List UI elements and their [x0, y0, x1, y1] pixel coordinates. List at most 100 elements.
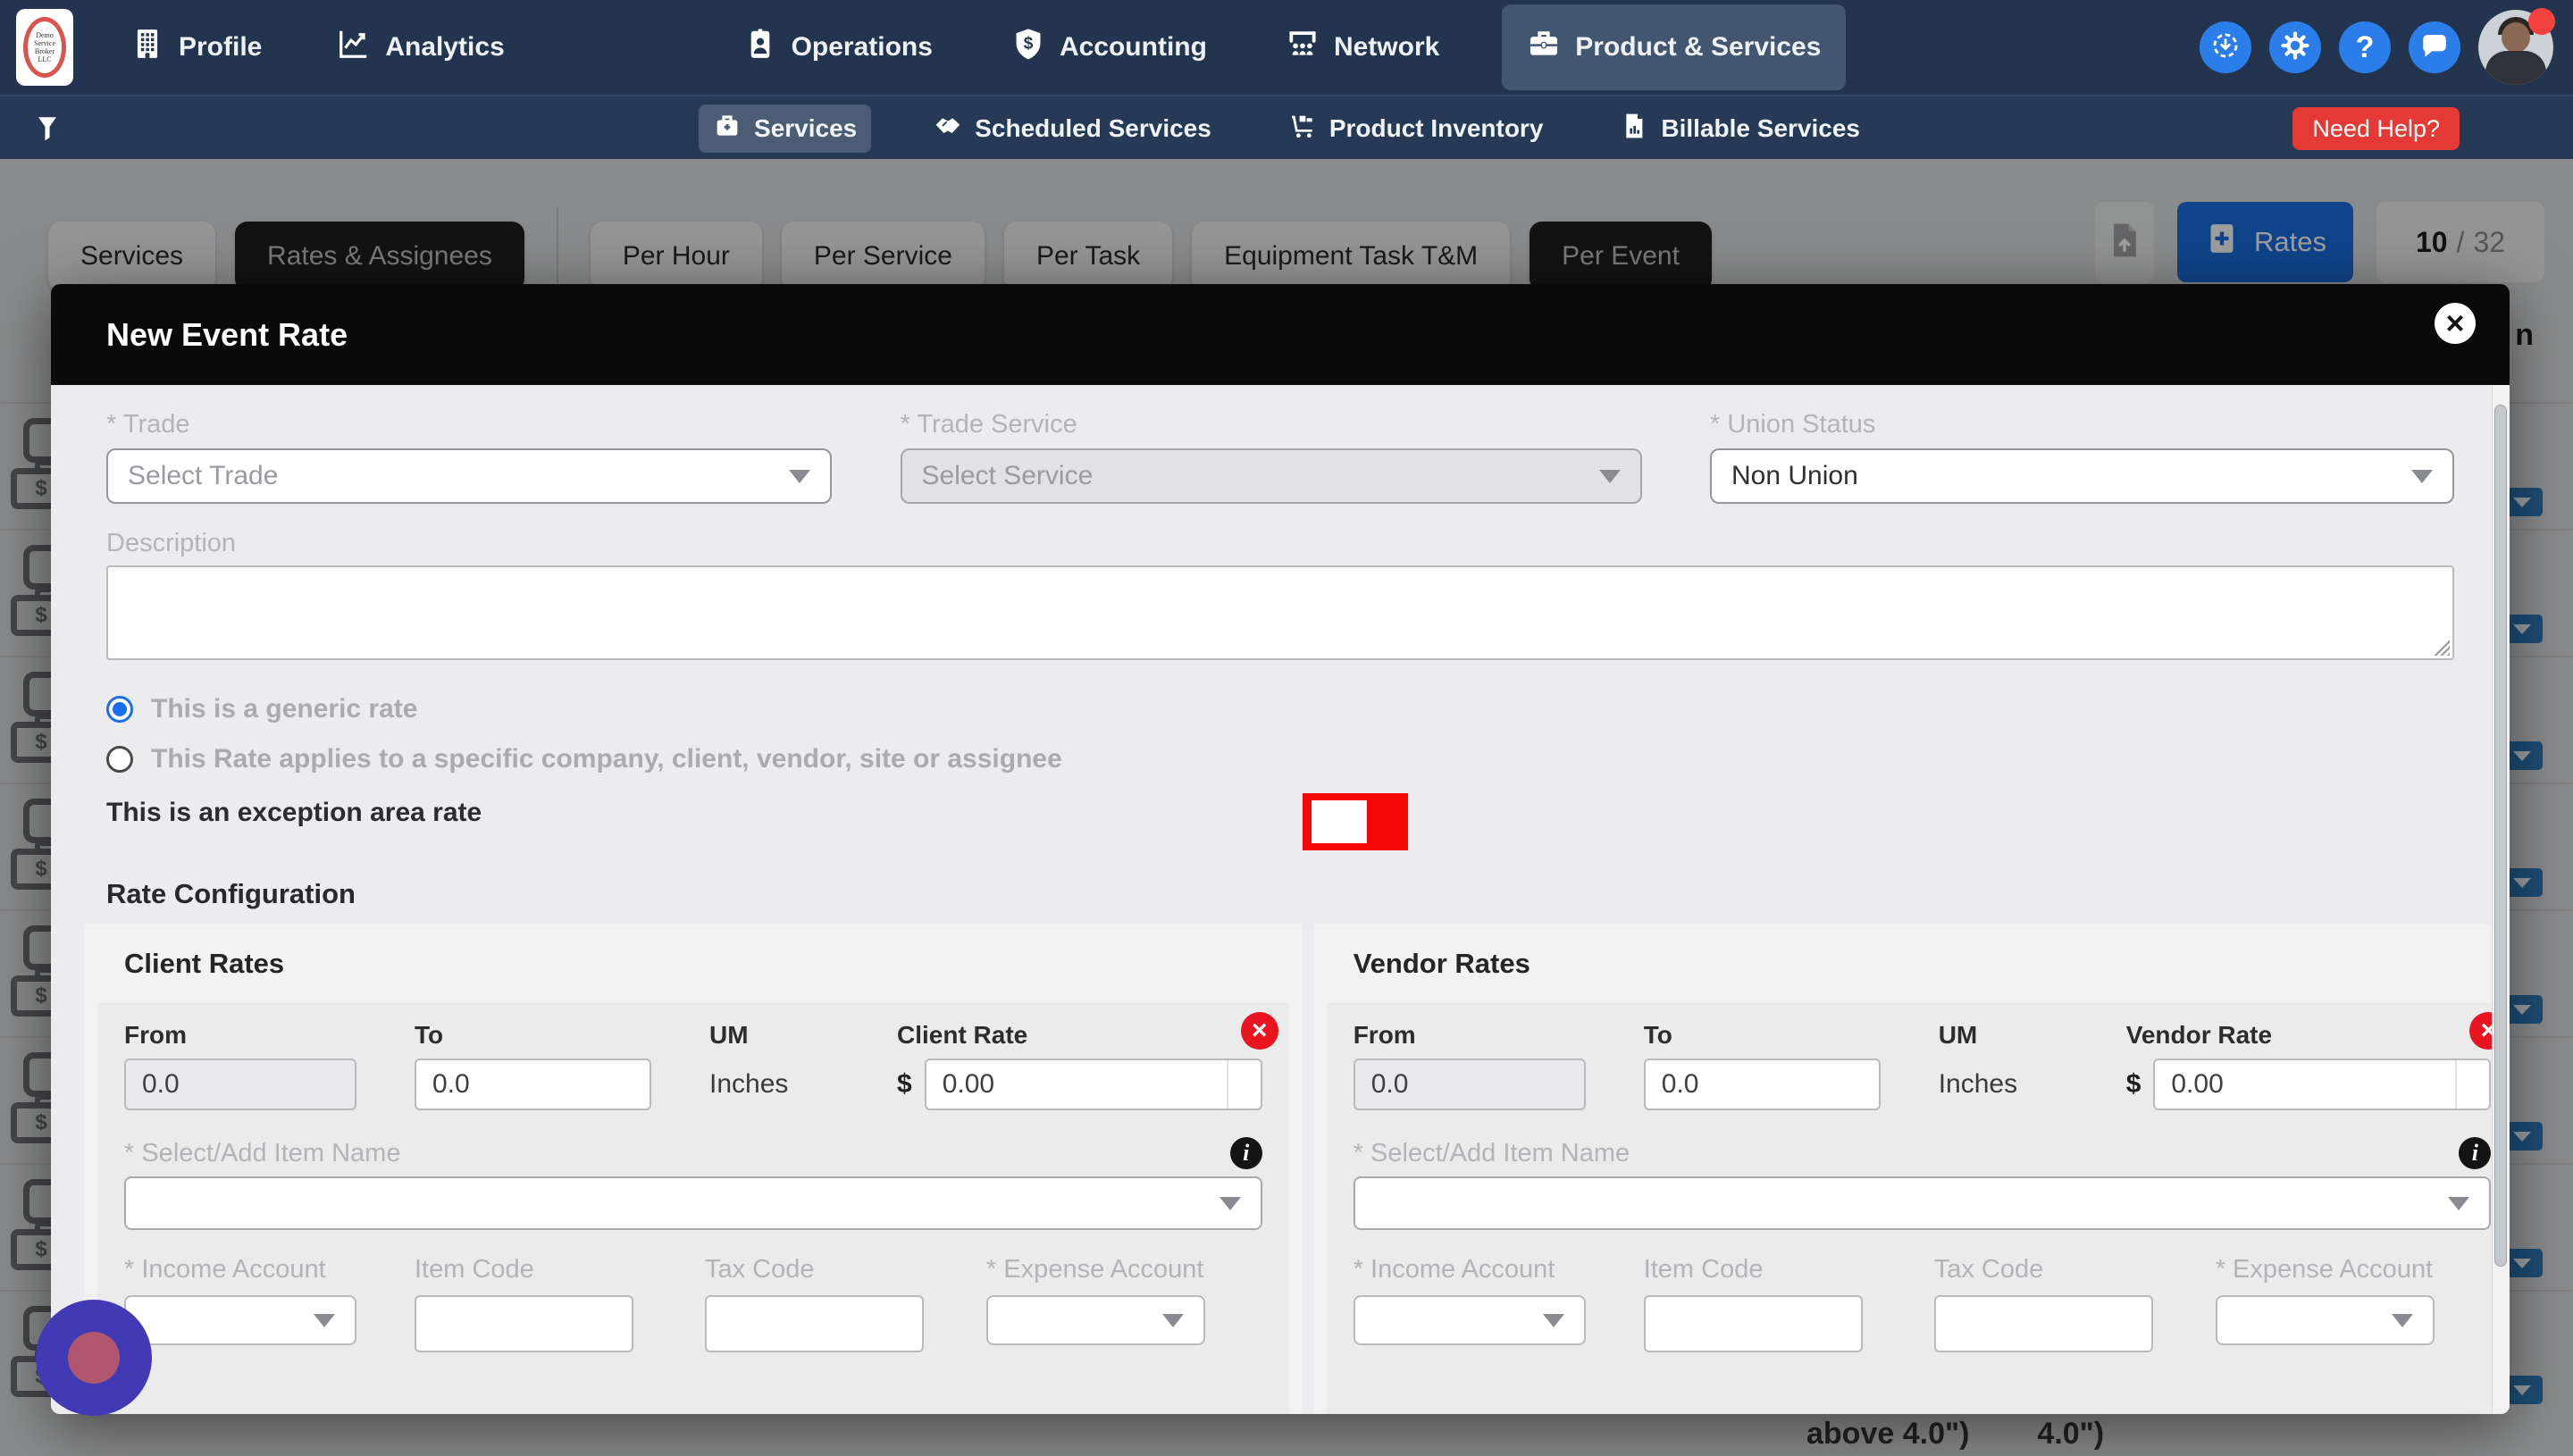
- item-name-select[interactable]: [1354, 1176, 2492, 1230]
- svg-text:$: $: [1024, 35, 1034, 54]
- modal-scrollbar-thumb[interactable]: [2494, 405, 2507, 1267]
- vendor-rates-panel: Vendor Rates × From To UM Vendor Rate: [1314, 925, 2510, 1414]
- nav-item-label: Accounting: [1060, 32, 1207, 63]
- modal-title: New Event Rate: [106, 316, 348, 354]
- toggle-knob: [1312, 800, 1367, 843]
- chat-bubble-icon: [2419, 30, 2450, 65]
- um-header: UM: [1939, 1021, 2126, 1050]
- trade-select[interactable]: Select Trade: [106, 448, 832, 504]
- expense-account-select[interactable]: [986, 1295, 1205, 1345]
- income-account-label: * Income Account: [1354, 1255, 1644, 1284]
- um-header: UM: [709, 1021, 897, 1050]
- briefcase-plus-icon: [713, 112, 742, 146]
- expense-account-label: * Expense Account: [986, 1255, 1262, 1284]
- tax-code-label: Tax Code: [1934, 1255, 2216, 1284]
- radio-label: This Rate applies to a specific company,…: [151, 744, 1062, 774]
- client-rate-header: Client Rate: [897, 1021, 1262, 1050]
- trade-label: * Trade: [106, 410, 832, 439]
- chevron-down-icon: [314, 1314, 335, 1327]
- tab-services[interactable]: Services: [699, 105, 871, 153]
- info-icon[interactable]: i: [1230, 1137, 1262, 1169]
- income-account-label: * Income Account: [124, 1255, 415, 1284]
- union-status-label: * Union Status: [1710, 410, 2454, 439]
- new-event-rate-modal: New Event Rate × * Trade Select Trade * …: [51, 284, 2510, 1414]
- rate-spinner[interactable]: [1227, 1060, 1261, 1109]
- vendor-rates-title: Vendor Rates: [1354, 948, 2510, 980]
- nav-item-label: Network: [1334, 32, 1439, 63]
- to-input[interactable]: [1644, 1059, 1881, 1110]
- tab-product-inventory[interactable]: Product Inventory: [1274, 105, 1558, 153]
- description-label: Description: [106, 529, 2454, 558]
- app-screen: Demo Service Broker LLC Profile Analytic…: [0, 0, 2573, 1456]
- from-input[interactable]: [1354, 1059, 1586, 1110]
- chevron-down-icon: [2411, 470, 2433, 483]
- help-button[interactable]: ?: [2339, 21, 2391, 73]
- modal-body: * Trade Select Trade * Trade Service Sel…: [51, 385, 2510, 1414]
- exception-area-label: This is an exception area rate: [106, 798, 2454, 828]
- radio-selected-icon[interactable]: [106, 696, 133, 723]
- client-rates-panel: Client Rates × From To UM Client Rate: [85, 925, 1302, 1414]
- expense-account-select[interactable]: [2216, 1295, 2435, 1345]
- info-icon[interactable]: i: [2459, 1137, 2491, 1169]
- item-code-label: Item Code: [415, 1255, 705, 1284]
- tax-code-input[interactable]: [705, 1295, 924, 1352]
- item-code-input[interactable]: [1644, 1295, 1863, 1352]
- nav-item-network[interactable]: Network: [1270, 4, 1455, 90]
- rate-spinner[interactable]: [2455, 1060, 2489, 1109]
- vendor-rate-input[interactable]: [2155, 1060, 2455, 1109]
- income-account-select[interactable]: [1354, 1295, 1586, 1345]
- nav-item-operations[interactable]: Operations: [727, 4, 949, 90]
- client-rate-input[interactable]: [926, 1060, 1227, 1109]
- nav-item-product-services[interactable]: Product & Services: [1502, 4, 1846, 90]
- floating-action-button[interactable]: [36, 1300, 152, 1416]
- chevron-down-icon: [2448, 1197, 2469, 1210]
- union-status-select-value: Non Union: [1731, 461, 1858, 491]
- tab-label: Scheduled Services: [975, 114, 1211, 143]
- content-area: Services Rates & Assignees Per Hour Per …: [0, 159, 2573, 1456]
- user-avatar[interactable]: [2478, 10, 2553, 85]
- exception-area-toggle[interactable]: [1303, 793, 1408, 850]
- nav-item-label: Operations: [792, 32, 933, 63]
- shield-dollar-icon: $: [1011, 27, 1045, 68]
- item-code-input[interactable]: [415, 1295, 633, 1352]
- close-icon[interactable]: ×: [2435, 303, 2476, 344]
- chat-button[interactable]: [2409, 21, 2460, 73]
- income-account-select[interactable]: [124, 1295, 356, 1345]
- modal-scrollbar-track: [2492, 385, 2510, 1414]
- item-name-select[interactable]: [124, 1176, 1262, 1230]
- to-input[interactable]: [415, 1059, 651, 1110]
- generic-rate-option[interactable]: This is a generic rate: [106, 694, 2454, 724]
- top-nav: Demo Service Broker LLC Profile Analytic…: [0, 0, 2573, 95]
- vendor-rate-row: × From To UM Vendor Rate Inches: [1327, 1003, 2510, 1414]
- chevron-down-icon: [1543, 1314, 1564, 1327]
- radio-unselected-icon[interactable]: [106, 746, 133, 773]
- description-textarea[interactable]: [106, 565, 2454, 660]
- item-name-label: * Select/Add Item Name: [124, 1139, 400, 1168]
- chevron-down-icon: [789, 470, 810, 483]
- to-header: To: [415, 1021, 709, 1050]
- union-status-select[interactable]: Non Union: [1710, 448, 2454, 504]
- tax-code-input[interactable]: [1934, 1295, 2153, 1352]
- chevron-down-icon: [1162, 1314, 1184, 1327]
- trade-service-select[interactable]: Select Service: [901, 448, 1642, 504]
- item-name-label: * Select/Add Item Name: [1354, 1139, 1630, 1168]
- tab-label: Billable Services: [1661, 114, 1860, 143]
- rate-configuration-heading: Rate Configuration: [106, 878, 2454, 910]
- history-button[interactable]: [2200, 21, 2251, 73]
- tab-scheduled-services[interactable]: Scheduled Services: [919, 105, 1226, 153]
- sub-nav-tabs: Services Scheduled Services Product Inve…: [0, 96, 2573, 161]
- currency-symbol: $: [897, 1069, 912, 1100]
- trade-select-value: Select Trade: [128, 461, 278, 491]
- from-header: From: [124, 1021, 415, 1050]
- um-value: Inches: [709, 1069, 897, 1100]
- question-icon: ?: [2356, 30, 2375, 65]
- chevron-down-icon: [2392, 1314, 2413, 1327]
- from-input[interactable]: [124, 1059, 356, 1110]
- tab-billable-services[interactable]: Billable Services: [1605, 105, 1874, 153]
- settings-button[interactable]: [2269, 21, 2321, 73]
- sub-nav: Services Scheduled Services Product Inve…: [0, 95, 2573, 159]
- delete-row-icon[interactable]: ×: [1241, 1012, 1278, 1050]
- need-help-button[interactable]: Need Help?: [2292, 107, 2460, 150]
- nav-item-accounting[interactable]: $ Accounting: [995, 4, 1223, 90]
- specific-rate-option[interactable]: This Rate applies to a specific company,…: [106, 744, 2454, 774]
